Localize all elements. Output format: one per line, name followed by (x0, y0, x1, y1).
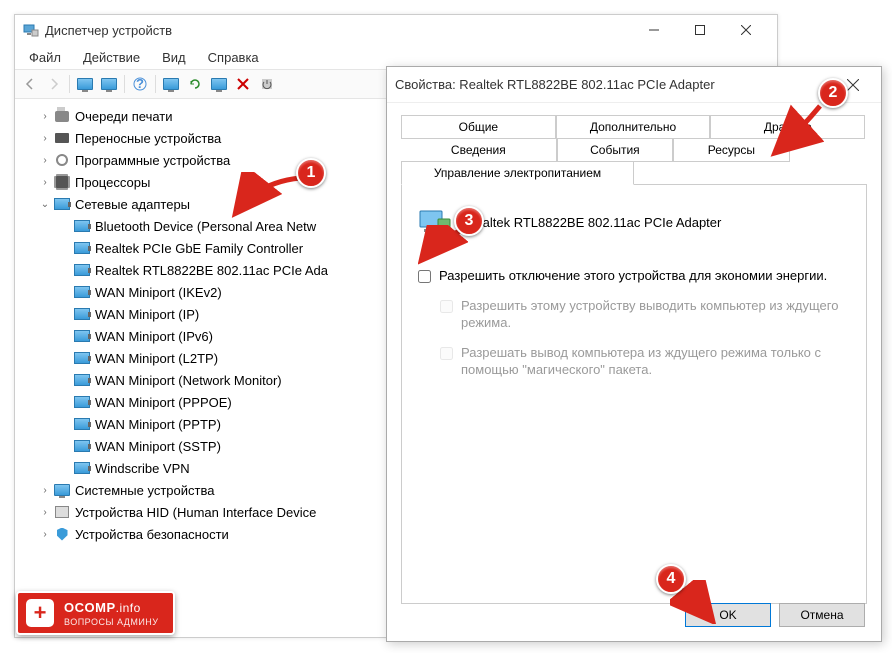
dialog-titlebar: Свойства: Realtek RTL8822BE 802.11ac PCI… (387, 67, 881, 103)
ok-button[interactable]: OK (685, 603, 771, 627)
checkbox-allow-turnoff[interactable]: Разрешить отключение этого устройства дл… (418, 267, 850, 285)
checkbox-allow-wake-input (440, 300, 453, 313)
printer-icon (53, 108, 71, 124)
watermark-subtitle: ВОПРОСЫ АДМИНУ (64, 617, 159, 627)
network-icon (73, 306, 91, 322)
toolbar-separator (124, 75, 125, 93)
menu-view[interactable]: Вид (152, 48, 196, 67)
tab-details[interactable]: Сведения (401, 138, 557, 162)
device-name-label: Realtek RTL8822BE 802.11ac PCIe Adapter (466, 215, 721, 230)
dialog-title: Свойства: Realtek RTL8822BE 802.11ac PCI… (395, 77, 833, 92)
toolbar-refresh-icon[interactable] (184, 73, 206, 95)
annotation-badge-4: 4 (656, 564, 686, 594)
network-adapter-icon (418, 205, 452, 239)
tab-panel-power: Realtek RTL8822BE 802.11ac PCIe Adapter … (401, 184, 867, 604)
main-title: Диспетчер устройств (45, 23, 631, 38)
software-icon (53, 152, 71, 168)
network-icon (73, 262, 91, 278)
dialog-buttons: OK Отмена (685, 603, 865, 627)
tab-driver[interactable]: Драйвер (710, 115, 865, 139)
annotation-badge-3: 3 (454, 206, 484, 236)
window-controls (631, 15, 769, 45)
hid-icon (53, 504, 71, 520)
tab-general[interactable]: Общие (401, 115, 556, 139)
toolbar-forward-icon[interactable] (43, 73, 65, 95)
expand-icon[interactable]: › (37, 485, 53, 496)
plus-icon: + (26, 599, 54, 627)
network-icon (73, 394, 91, 410)
tab-resources[interactable]: Ресурсы (673, 138, 790, 162)
network-icon (73, 460, 91, 476)
network-icon (73, 350, 91, 366)
main-titlebar: Диспетчер устройств (15, 15, 777, 45)
expand-icon[interactable]: › (37, 133, 53, 144)
checkbox-allow-turnoff-label: Разрешить отключение этого устройства дл… (439, 267, 827, 285)
toolbar-separator (69, 75, 70, 93)
watermark-title: OCOMP.info (64, 599, 159, 617)
maximize-button[interactable] (677, 15, 723, 45)
network-icon (53, 196, 71, 212)
network-icon (73, 218, 91, 234)
minimize-button[interactable] (631, 15, 677, 45)
network-icon (73, 240, 91, 256)
network-icon (73, 372, 91, 388)
cancel-button[interactable]: Отмена (779, 603, 865, 627)
network-icon (73, 284, 91, 300)
svg-text:?: ? (136, 77, 144, 91)
expand-icon[interactable]: › (37, 529, 53, 540)
cpu-icon (53, 174, 71, 190)
toolbar-update-icon[interactable] (208, 73, 230, 95)
checkbox-magic-packet-label: Разрешать вывод компьютера из ждущего ре… (461, 344, 850, 379)
annotation-badge-2: 2 (818, 78, 848, 108)
network-icon (73, 416, 91, 432)
expand-icon[interactable]: › (37, 507, 53, 518)
monitor-icon (53, 482, 71, 498)
tab-events[interactable]: События (557, 138, 674, 162)
checkbox-magic-packet: Разрешать вывод компьютера из ждущего ре… (440, 344, 850, 379)
watermark: + OCOMP.info ВОПРОСЫ АДМИНУ (16, 591, 175, 635)
toolbar-uninstall-icon[interactable] (232, 73, 254, 95)
checkbox-allow-wake-label: Разрешить этому устройству выводить комп… (461, 297, 850, 332)
annotation-badge-1: 1 (296, 158, 326, 188)
menu-help[interactable]: Справка (198, 48, 269, 67)
toolbar-monitor2-icon[interactable] (98, 73, 120, 95)
network-icon (73, 328, 91, 344)
checkbox-allow-turnoff-input[interactable] (418, 270, 431, 283)
tab-advanced[interactable]: Дополнительно (556, 115, 711, 139)
expand-icon[interactable]: › (37, 155, 53, 166)
expand-icon[interactable]: › (37, 111, 53, 122)
toolbar-monitor-icon[interactable] (74, 73, 96, 95)
network-icon (73, 438, 91, 454)
menu-action[interactable]: Действие (73, 48, 150, 67)
expand-icon[interactable]: › (37, 177, 53, 188)
menu-file[interactable]: Файл (19, 48, 71, 67)
tab-power-management[interactable]: Управление электропитанием (401, 161, 634, 185)
tab-strip: Общие Дополнительно Драйвер Сведения Соб… (401, 115, 867, 184)
toolbar-scan-icon[interactable] (160, 73, 182, 95)
toolbar-help-icon[interactable]: ? (129, 73, 151, 95)
checkbox-magic-packet-input (440, 347, 453, 360)
toolbar-back-icon[interactable] (19, 73, 41, 95)
close-button[interactable] (723, 15, 769, 45)
app-icon (23, 22, 39, 38)
toolbar-separator (155, 75, 156, 93)
shield-icon (53, 526, 71, 542)
checkbox-allow-wake: Разрешить этому устройству выводить комп… (440, 297, 850, 332)
collapse-icon[interactable]: ⌄ (37, 199, 53, 210)
toolbar-disable-icon[interactable] (256, 73, 278, 95)
properties-dialog: Свойства: Realtek RTL8822BE 802.11ac PCI… (386, 66, 882, 642)
portable-icon (53, 130, 71, 146)
dialog-body: Общие Дополнительно Драйвер Сведения Соб… (387, 103, 881, 616)
